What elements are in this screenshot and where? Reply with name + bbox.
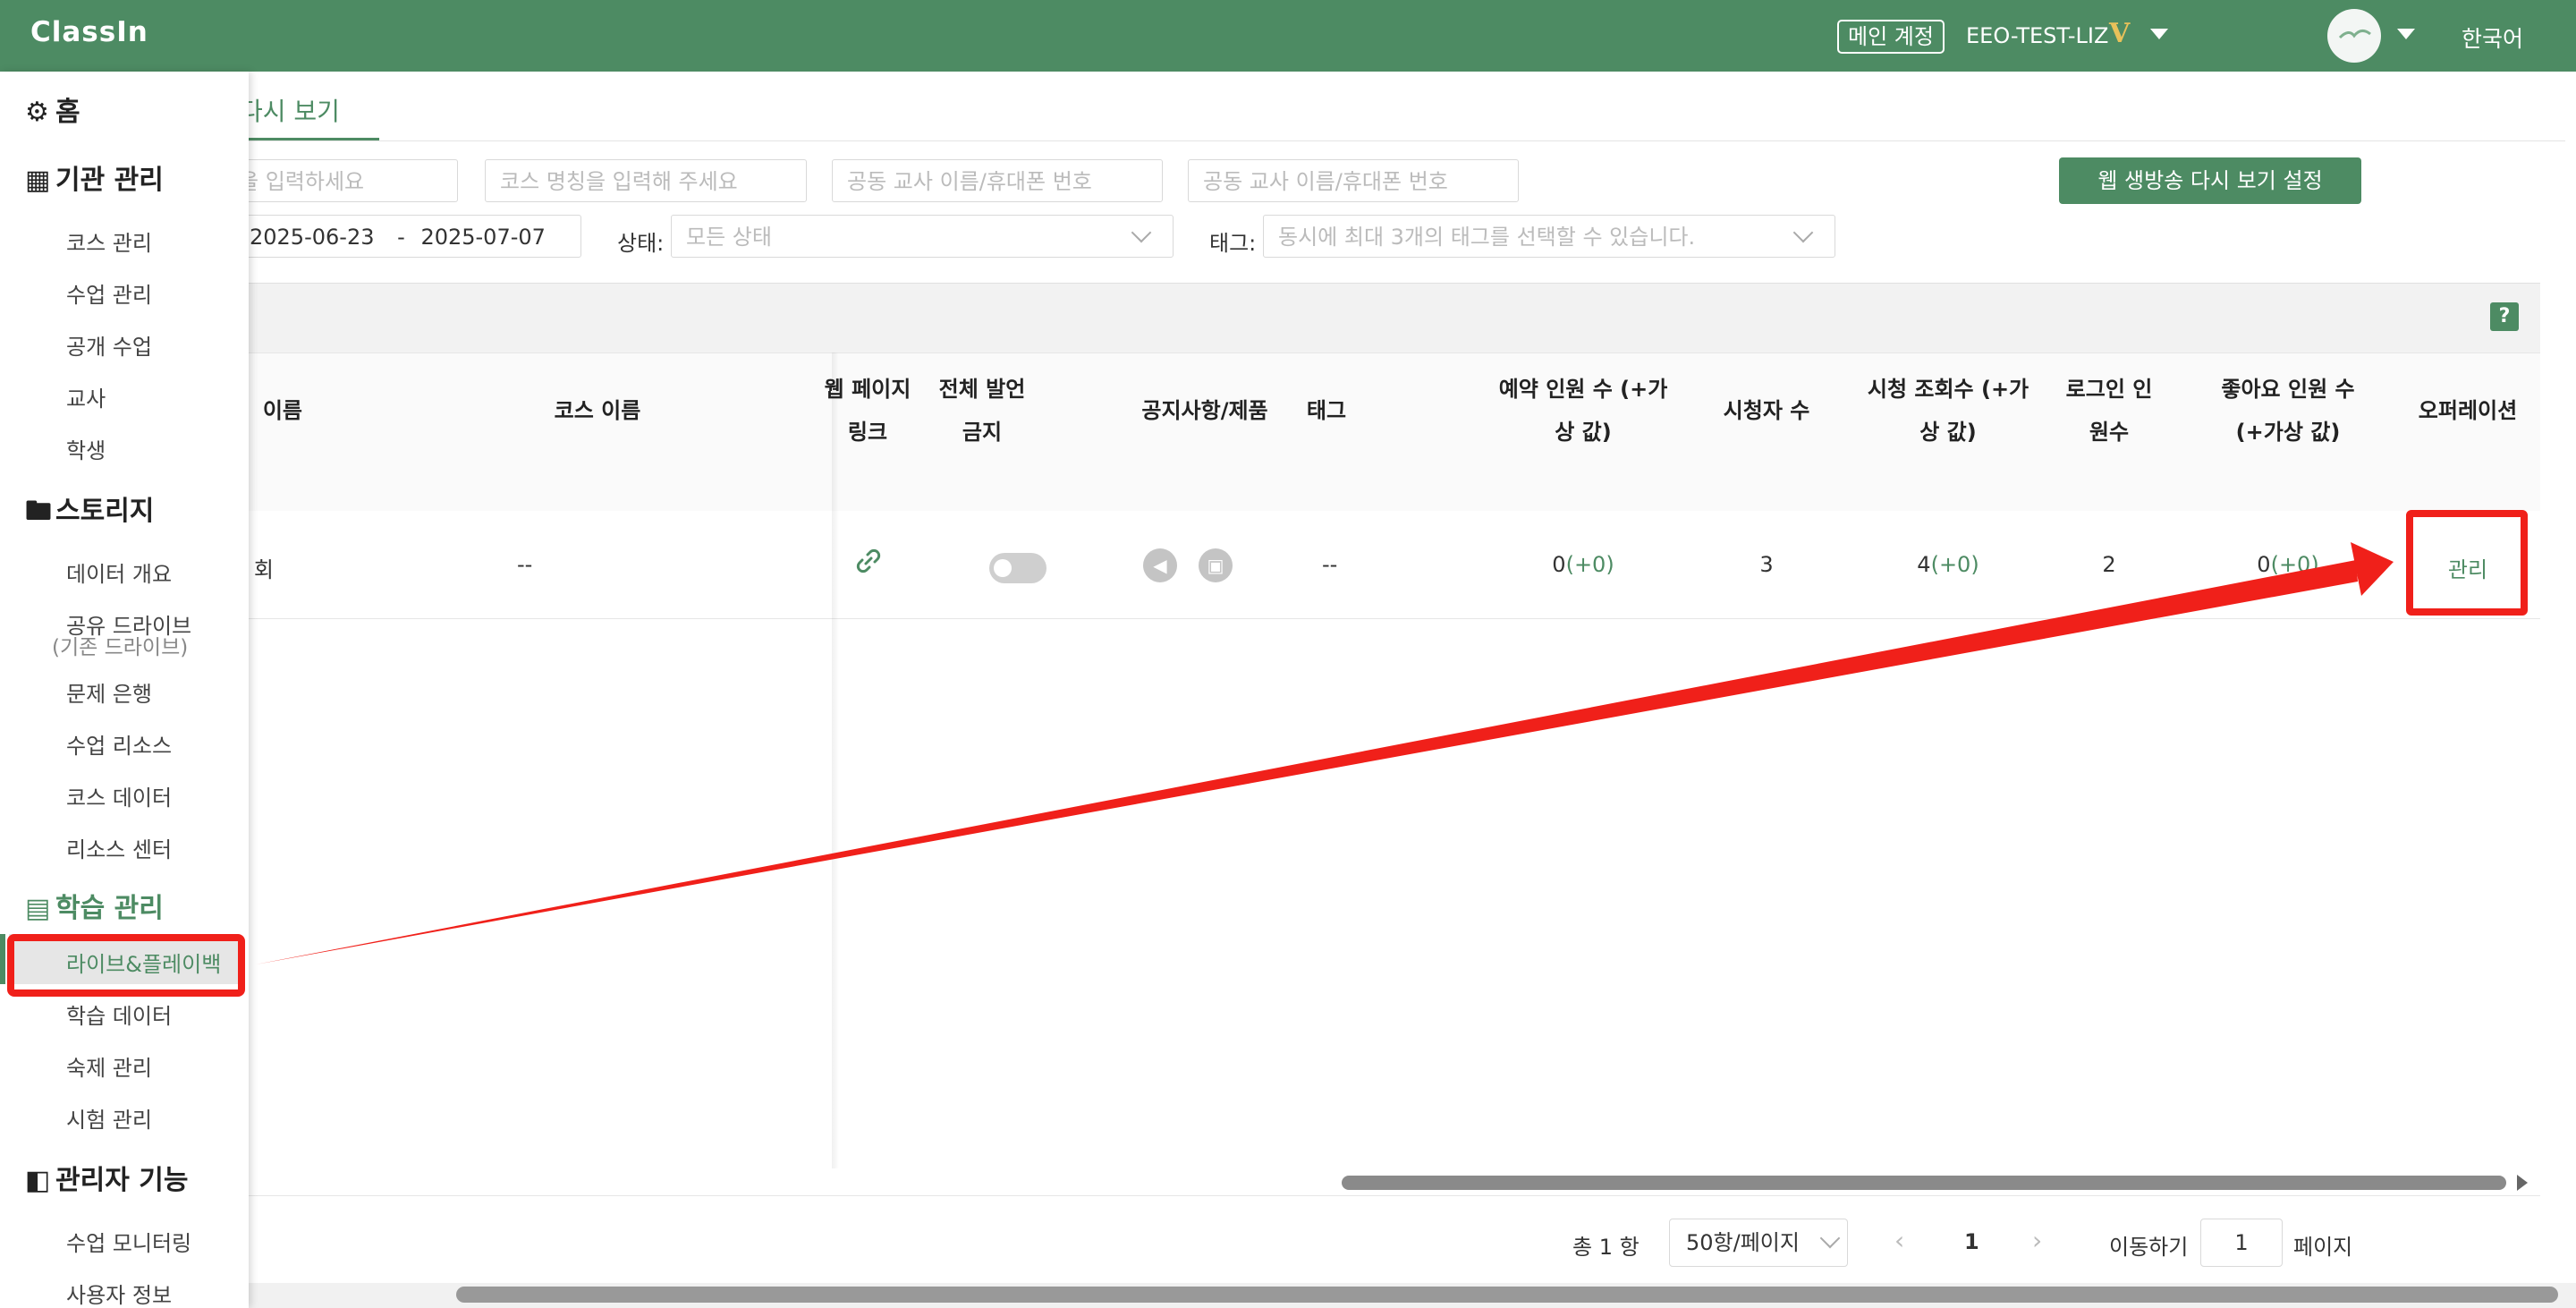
annotation-arrow bbox=[256, 542, 2394, 964]
